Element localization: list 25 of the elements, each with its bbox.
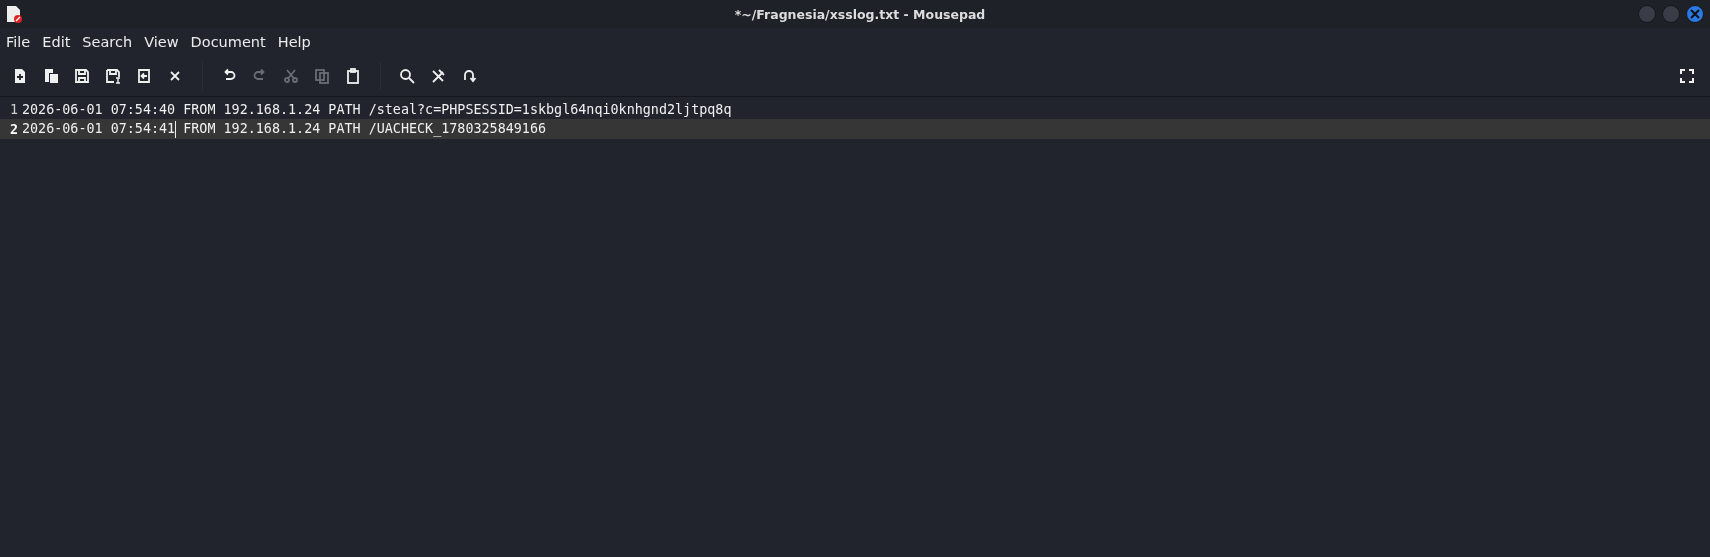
menu-item[interactable]: View xyxy=(138,34,185,50)
document-icon xyxy=(6,5,22,23)
line-number: 2 xyxy=(8,121,18,137)
reload-icon xyxy=(136,68,152,84)
copy-icon xyxy=(314,68,330,84)
close-button[interactable] xyxy=(1686,5,1704,23)
code-line: 2026-06-01 07:54:41 FROM 192.168.1.24 PATH /UACHECK_1780325849166 xyxy=(22,120,547,138)
menu-item[interactable]: Edit xyxy=(36,34,77,50)
save-icon xyxy=(74,68,90,84)
menu-item[interactable]: Document xyxy=(184,34,272,50)
fullscreen-icon xyxy=(1679,68,1695,84)
window-title: *~/Fragnesia/xsslog.txt - Mousepad xyxy=(734,6,986,22)
code-line: 2026-06-01 07:54:40 FROM 192.168.1.24 PATH /steal?c=PHPSESSID=1skbgl64nqi0knhgnd2ljtpq8q xyxy=(22,101,732,117)
scissors-icon xyxy=(283,68,299,84)
menu-item[interactable]: File xyxy=(0,34,37,50)
search-icon xyxy=(399,68,415,84)
save-as-icon xyxy=(105,68,121,84)
menu-item[interactable]: Help xyxy=(271,34,317,50)
menu-item[interactable]: Search xyxy=(76,34,139,50)
new-window-icon xyxy=(43,68,59,84)
clipboard-icon xyxy=(345,68,361,84)
jump-arrow-icon xyxy=(461,68,477,84)
line-number: 1 xyxy=(8,101,18,117)
new-document-icon xyxy=(12,68,28,84)
close-icon xyxy=(1690,9,1700,19)
